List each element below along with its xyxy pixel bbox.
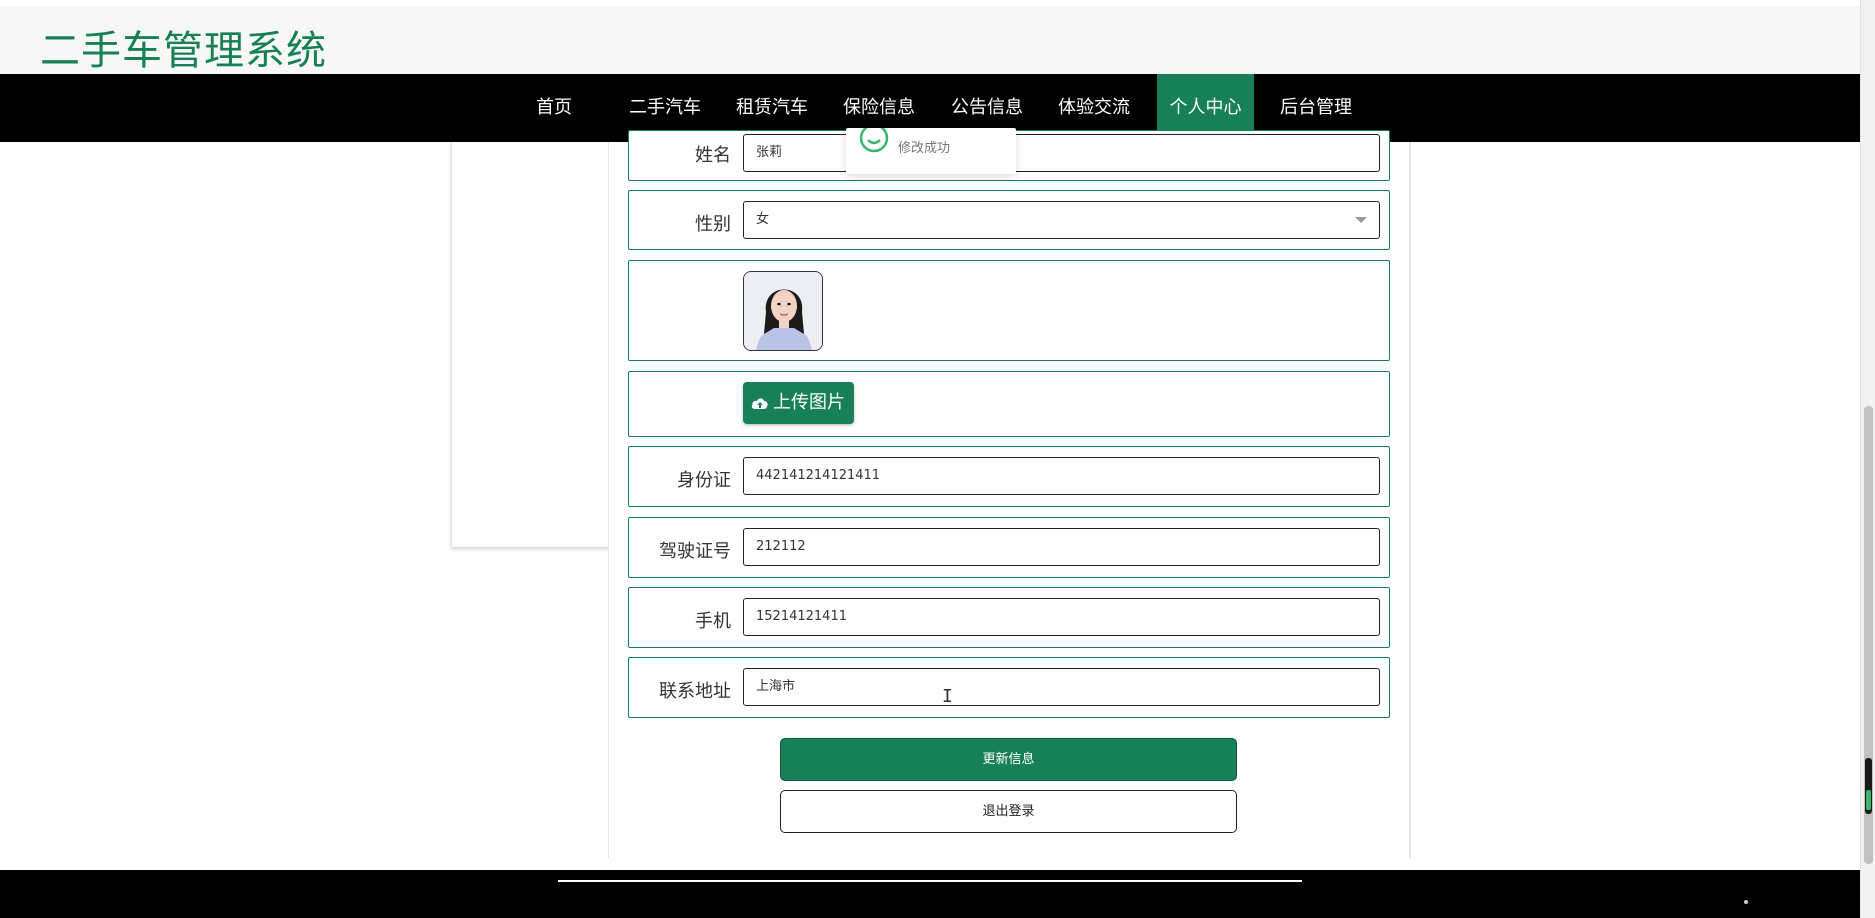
address-row: 联系地址 上海市	[628, 657, 1390, 718]
site-header: 二手车管理系统	[0, 0, 1860, 74]
chevron-down-icon	[1355, 217, 1367, 223]
gender-label: 性别	[695, 214, 731, 235]
success-smile-icon	[859, 128, 889, 153]
cloud-upload-icon	[751, 398, 768, 409]
gender-row: 性别 女	[628, 190, 1390, 250]
site-title[interactable]: 二手车管理系统	[40, 18, 327, 76]
license-row: 驾驶证号 212112	[628, 517, 1390, 578]
upload-row: 上传图片	[628, 371, 1390, 437]
avatar[interactable]	[743, 271, 823, 351]
id-card-field[interactable]: 442141214121411	[743, 457, 1380, 495]
update-info-button[interactable]: 更新信息	[780, 738, 1237, 781]
name-field[interactable]: 张莉	[743, 134, 1380, 172]
id-card-label: 身份证	[677, 470, 731, 491]
upload-button-label: 上传图片	[773, 392, 845, 413]
side-panel	[451, 142, 611, 547]
scroll-indicator-progress	[1866, 790, 1871, 810]
avatar-row	[628, 260, 1390, 361]
address-label: 联系地址	[659, 681, 731, 702]
toast-message: 修改成功	[898, 141, 951, 156]
license-field[interactable]: 212112	[743, 528, 1380, 566]
phone-row: 手机 15214121411	[628, 587, 1390, 648]
footer-divider	[558, 880, 1302, 882]
footer	[0, 870, 1860, 918]
upload-image-button[interactable]: 上传图片	[743, 382, 854, 424]
phone-label: 手机	[695, 611, 731, 632]
name-label: 姓名	[695, 145, 731, 166]
license-label: 驾驶证号	[659, 541, 731, 562]
page-scrollbar[interactable]	[1860, 0, 1875, 918]
gender-value: 女	[756, 212, 770, 227]
address-field[interactable]: 上海市	[743, 668, 1380, 706]
success-toast: 修改成功	[846, 128, 1016, 174]
avatar-image	[744, 272, 822, 350]
footer-dot	[1744, 900, 1748, 904]
id-card-row: 身份证 442141214121411	[628, 446, 1390, 507]
gender-select[interactable]: 女	[743, 201, 1380, 239]
phone-field[interactable]: 15214121411	[743, 598, 1380, 636]
logout-button[interactable]: 退出登录	[780, 790, 1237, 833]
nav-item-home[interactable]: 首页	[522, 74, 586, 142]
text-cursor-icon: I	[942, 686, 953, 707]
